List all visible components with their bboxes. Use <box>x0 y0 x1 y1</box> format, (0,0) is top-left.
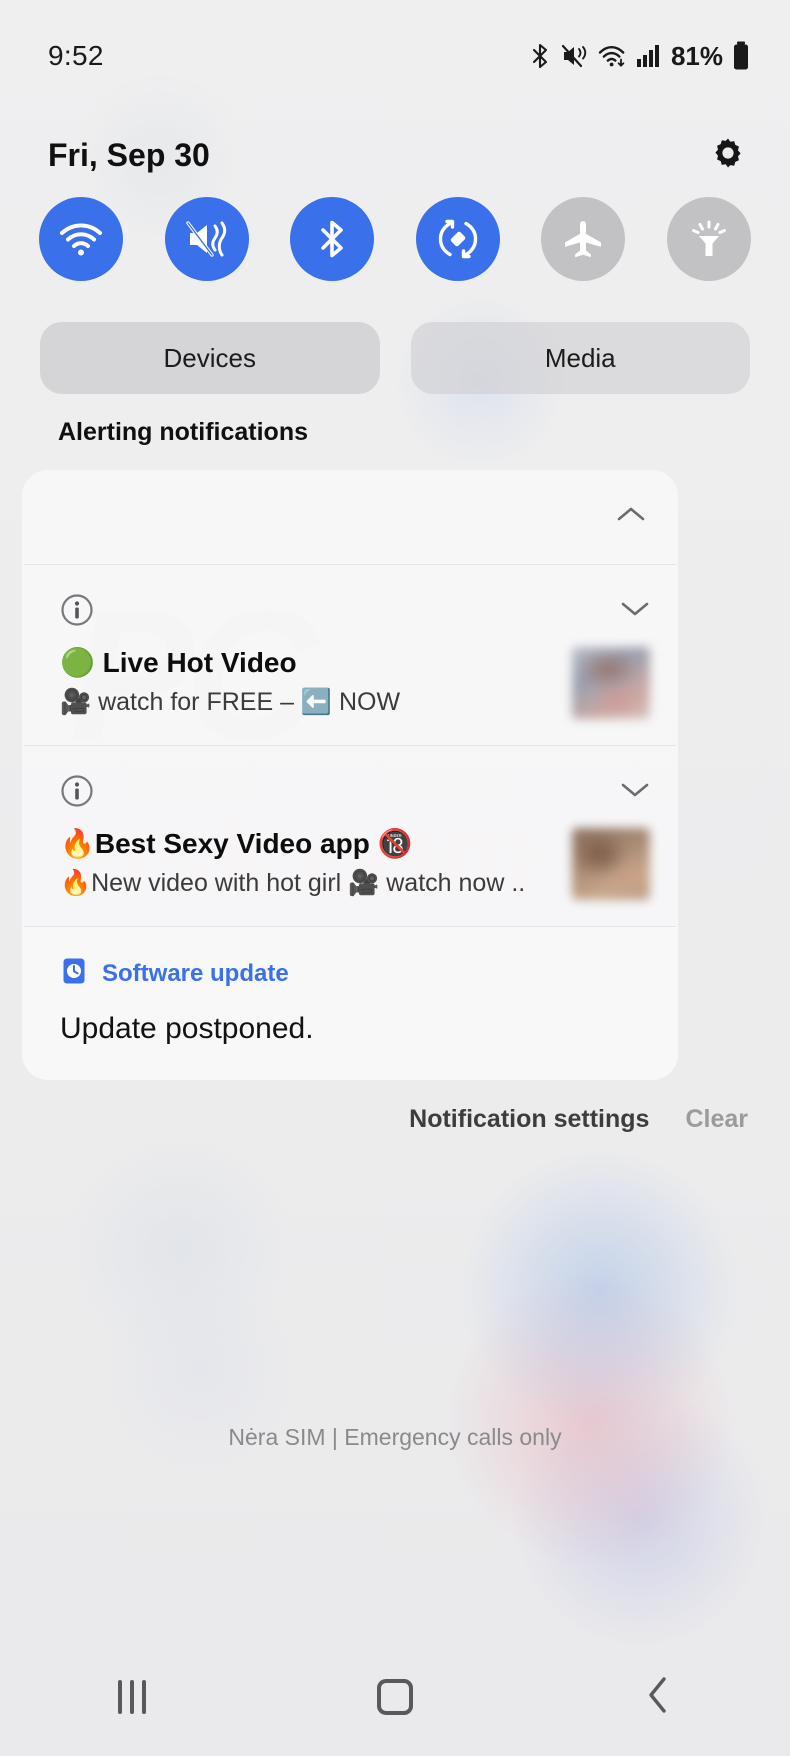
gear-icon <box>708 133 748 178</box>
chevron-down-icon[interactable] <box>620 598 650 623</box>
info-icon[interactable] <box>60 593 94 627</box>
quick-settings-header: Fri, Sep 30 <box>0 120 790 190</box>
notification-content: 🟢 Live Hot Video 🎥 watch for FREE – ⬅️ N… <box>60 643 650 719</box>
flashlight-icon <box>689 217 729 261</box>
notification-settings-button[interactable]: Notification settings <box>409 1105 649 1134</box>
home-button[interactable] <box>340 1657 450 1737</box>
toggle-bluetooth[interactable] <box>290 197 375 281</box>
notification-title: 🟢 Live Hot Video <box>60 647 297 678</box>
wifi-icon <box>597 42 627 70</box>
notification-body: 🔥New video with hot girl 🎥 watch now .. <box>60 869 526 897</box>
notification-content: 🔥Best Sexy Video app 🔞 🔥New video with h… <box>60 824 650 900</box>
shortcut-row: Devices Media <box>0 322 790 394</box>
shade-footer: Notification settings Clear <box>409 1105 748 1134</box>
battery-percent-label: 81% <box>670 40 723 71</box>
notification-text-block: 🔥Best Sexy Video app 🔞 🔥New video with h… <box>60 824 554 900</box>
toggle-airplane-mode[interactable] <box>541 197 626 281</box>
airplane-icon <box>561 218 605 260</box>
quick-toggle-row <box>0 197 790 281</box>
clear-button[interactable]: Clear <box>685 1105 748 1134</box>
notification-body: 🎥 watch for FREE – ⬅️ NOW <box>60 688 401 716</box>
battery-icon <box>732 41 750 71</box>
update-message: Update postponed. <box>60 1012 314 1045</box>
wifi-icon <box>58 219 104 259</box>
info-icon[interactable] <box>60 774 94 808</box>
notification-header <box>60 591 650 629</box>
mute-vibrate-icon <box>560 42 588 70</box>
toggle-auto-rotate[interactable] <box>415 197 500 281</box>
notification-title: 🔥Best Sexy Video app 🔞 <box>60 828 413 859</box>
status-time: 9:52 <box>48 40 104 71</box>
navigation-bar <box>0 1638 790 1756</box>
toggle-sound-mute[interactable] <box>164 197 249 281</box>
back-button[interactable] <box>603 1657 713 1737</box>
bluetooth-icon <box>315 217 349 261</box>
auto-rotate-icon <box>436 217 480 261</box>
notification-shade: 🟢 Live Hot Video 🎥 watch for FREE – ⬅️ N… <box>22 470 678 1080</box>
notification-group-header[interactable] <box>22 470 678 564</box>
alerting-notifications-label: Alerting notifications <box>58 418 308 446</box>
signal-icon <box>636 43 660 69</box>
update-notification-header: Software update <box>60 957 650 990</box>
recents-icon <box>117 1680 146 1714</box>
devices-button[interactable]: Devices <box>40 322 380 394</box>
chevron-up-icon[interactable] <box>616 504 646 529</box>
notification-header <box>60 772 650 810</box>
media-button[interactable]: Media <box>410 322 750 394</box>
notification-text-block: 🟢 Live Hot Video 🎥 watch for FREE – ⬅️ N… <box>60 643 554 719</box>
notification-item[interactable]: 🔥Best Sexy Video app 🔞 🔥New video with h… <box>22 746 678 926</box>
bluetooth-icon <box>529 42 551 70</box>
notification-thumbnail[interactable] <box>572 647 650 719</box>
date-label: Fri, Sep 30 <box>48 136 210 173</box>
mute-vibrate-icon <box>184 218 230 260</box>
recents-button[interactable] <box>77 1657 187 1737</box>
toggle-wifi[interactable] <box>39 197 123 281</box>
toggle-flashlight[interactable] <box>666 197 751 281</box>
status-bar: 9:52 81% <box>0 0 790 112</box>
settings-button[interactable] <box>706 133 750 177</box>
update-app-name: Software update <box>102 959 289 987</box>
notification-item[interactable]: 🟢 Live Hot Video 🎥 watch for FREE – ⬅️ N… <box>22 565 678 745</box>
notification-item-software-update[interactable]: Software update Update postponed. <box>22 927 678 1080</box>
status-icon-group: 81% <box>529 41 750 72</box>
carrier-status-text: Nėra SIM | Emergency calls only <box>228 1424 562 1450</box>
chevron-down-icon[interactable] <box>620 779 650 804</box>
back-icon <box>644 1675 672 1720</box>
notification-thumbnail[interactable] <box>572 828 650 900</box>
home-icon <box>376 1679 413 1715</box>
software-update-icon <box>60 957 88 990</box>
